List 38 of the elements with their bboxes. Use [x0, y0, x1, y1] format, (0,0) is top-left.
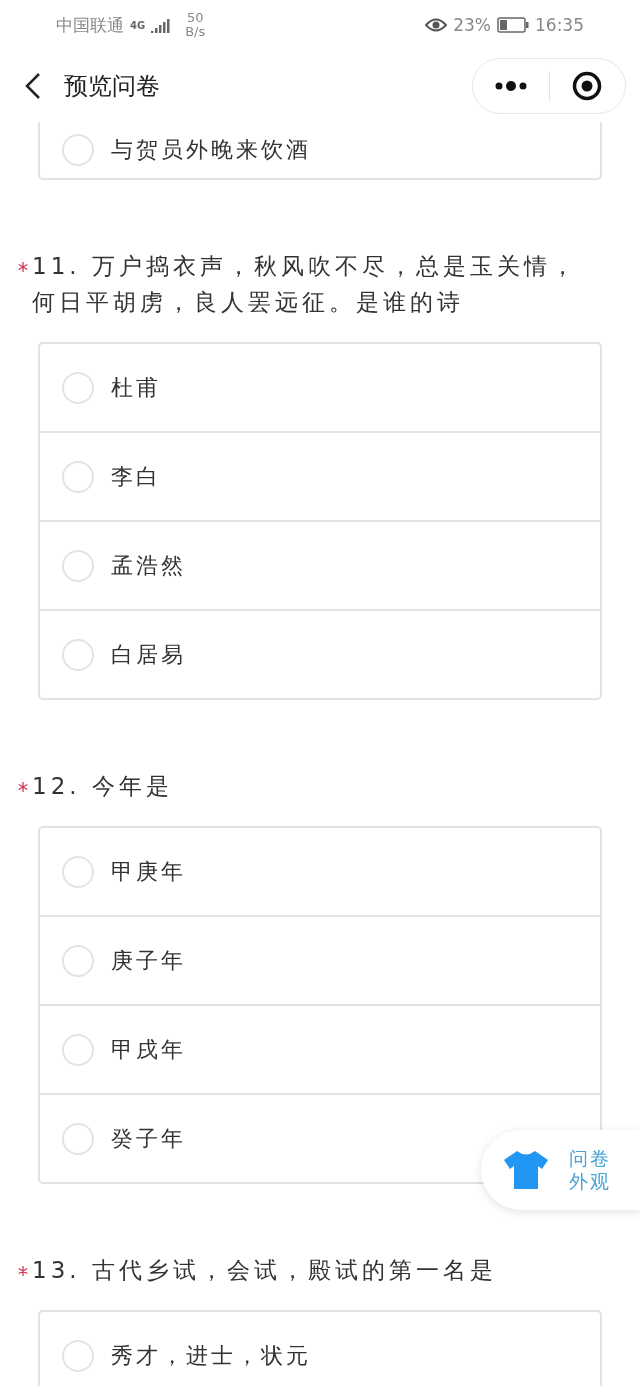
- option-label: 甲戌年: [111, 1035, 186, 1064]
- carrier-name: 中国联通: [56, 13, 124, 37]
- clock-time: 16:35: [535, 15, 584, 35]
- shirt-icon: [503, 1150, 549, 1190]
- option-label: 杜甫: [111, 373, 161, 402]
- radio-button[interactable]: [62, 1033, 94, 1066]
- battery-icon: [497, 17, 529, 33]
- speed-value: 50: [186, 11, 204, 25]
- radio-button[interactable]: [62, 1339, 94, 1372]
- option-label: 孟浩然: [111, 551, 186, 580]
- option-label: 李白: [111, 462, 161, 491]
- battery-percent: 23%: [453, 15, 491, 35]
- radio-button[interactable]: [62, 1122, 94, 1155]
- question-title: 11. 万户捣衣声，秋风吹不尽，总是玉关情，何日平胡虏，良人罢远征。是谁的诗: [32, 252, 579, 317]
- more-icon: [494, 81, 527, 91]
- radio-button[interactable]: [62, 549, 94, 582]
- radio-button[interactable]: [62, 371, 94, 404]
- network-type: 4G: [130, 19, 146, 31]
- speed-unit: B/s: [185, 25, 206, 39]
- radio-button[interactable]: [62, 944, 94, 977]
- eye-icon: [425, 17, 448, 33]
- page-title: 预览问卷: [64, 71, 161, 102]
- radio-button[interactable]: [62, 855, 94, 888]
- back-icon[interactable]: [24, 72, 42, 100]
- signal-icon: [151, 17, 172, 33]
- radio-button[interactable]: [62, 638, 94, 671]
- option-label: 庚子年: [111, 946, 186, 975]
- option-label: 白居易: [111, 640, 186, 669]
- appearance-button[interactable]: 问卷外观: [481, 1130, 640, 1210]
- radio-button[interactable]: [62, 134, 94, 166]
- option-label: 与贺员外晚来饮酒: [111, 136, 311, 164]
- radio-button[interactable]: [62, 460, 94, 493]
- question-title: 12. 今年是: [32, 772, 174, 801]
- question-title: 13. 古代乡试，会试，殿试的第一名是: [32, 1256, 498, 1285]
- option-label: 甲庚年: [111, 857, 186, 886]
- option-label: 癸子年: [111, 1124, 186, 1153]
- option-label: 秀才，进士，状元: [111, 1341, 311, 1370]
- target-icon: [572, 71, 603, 101]
